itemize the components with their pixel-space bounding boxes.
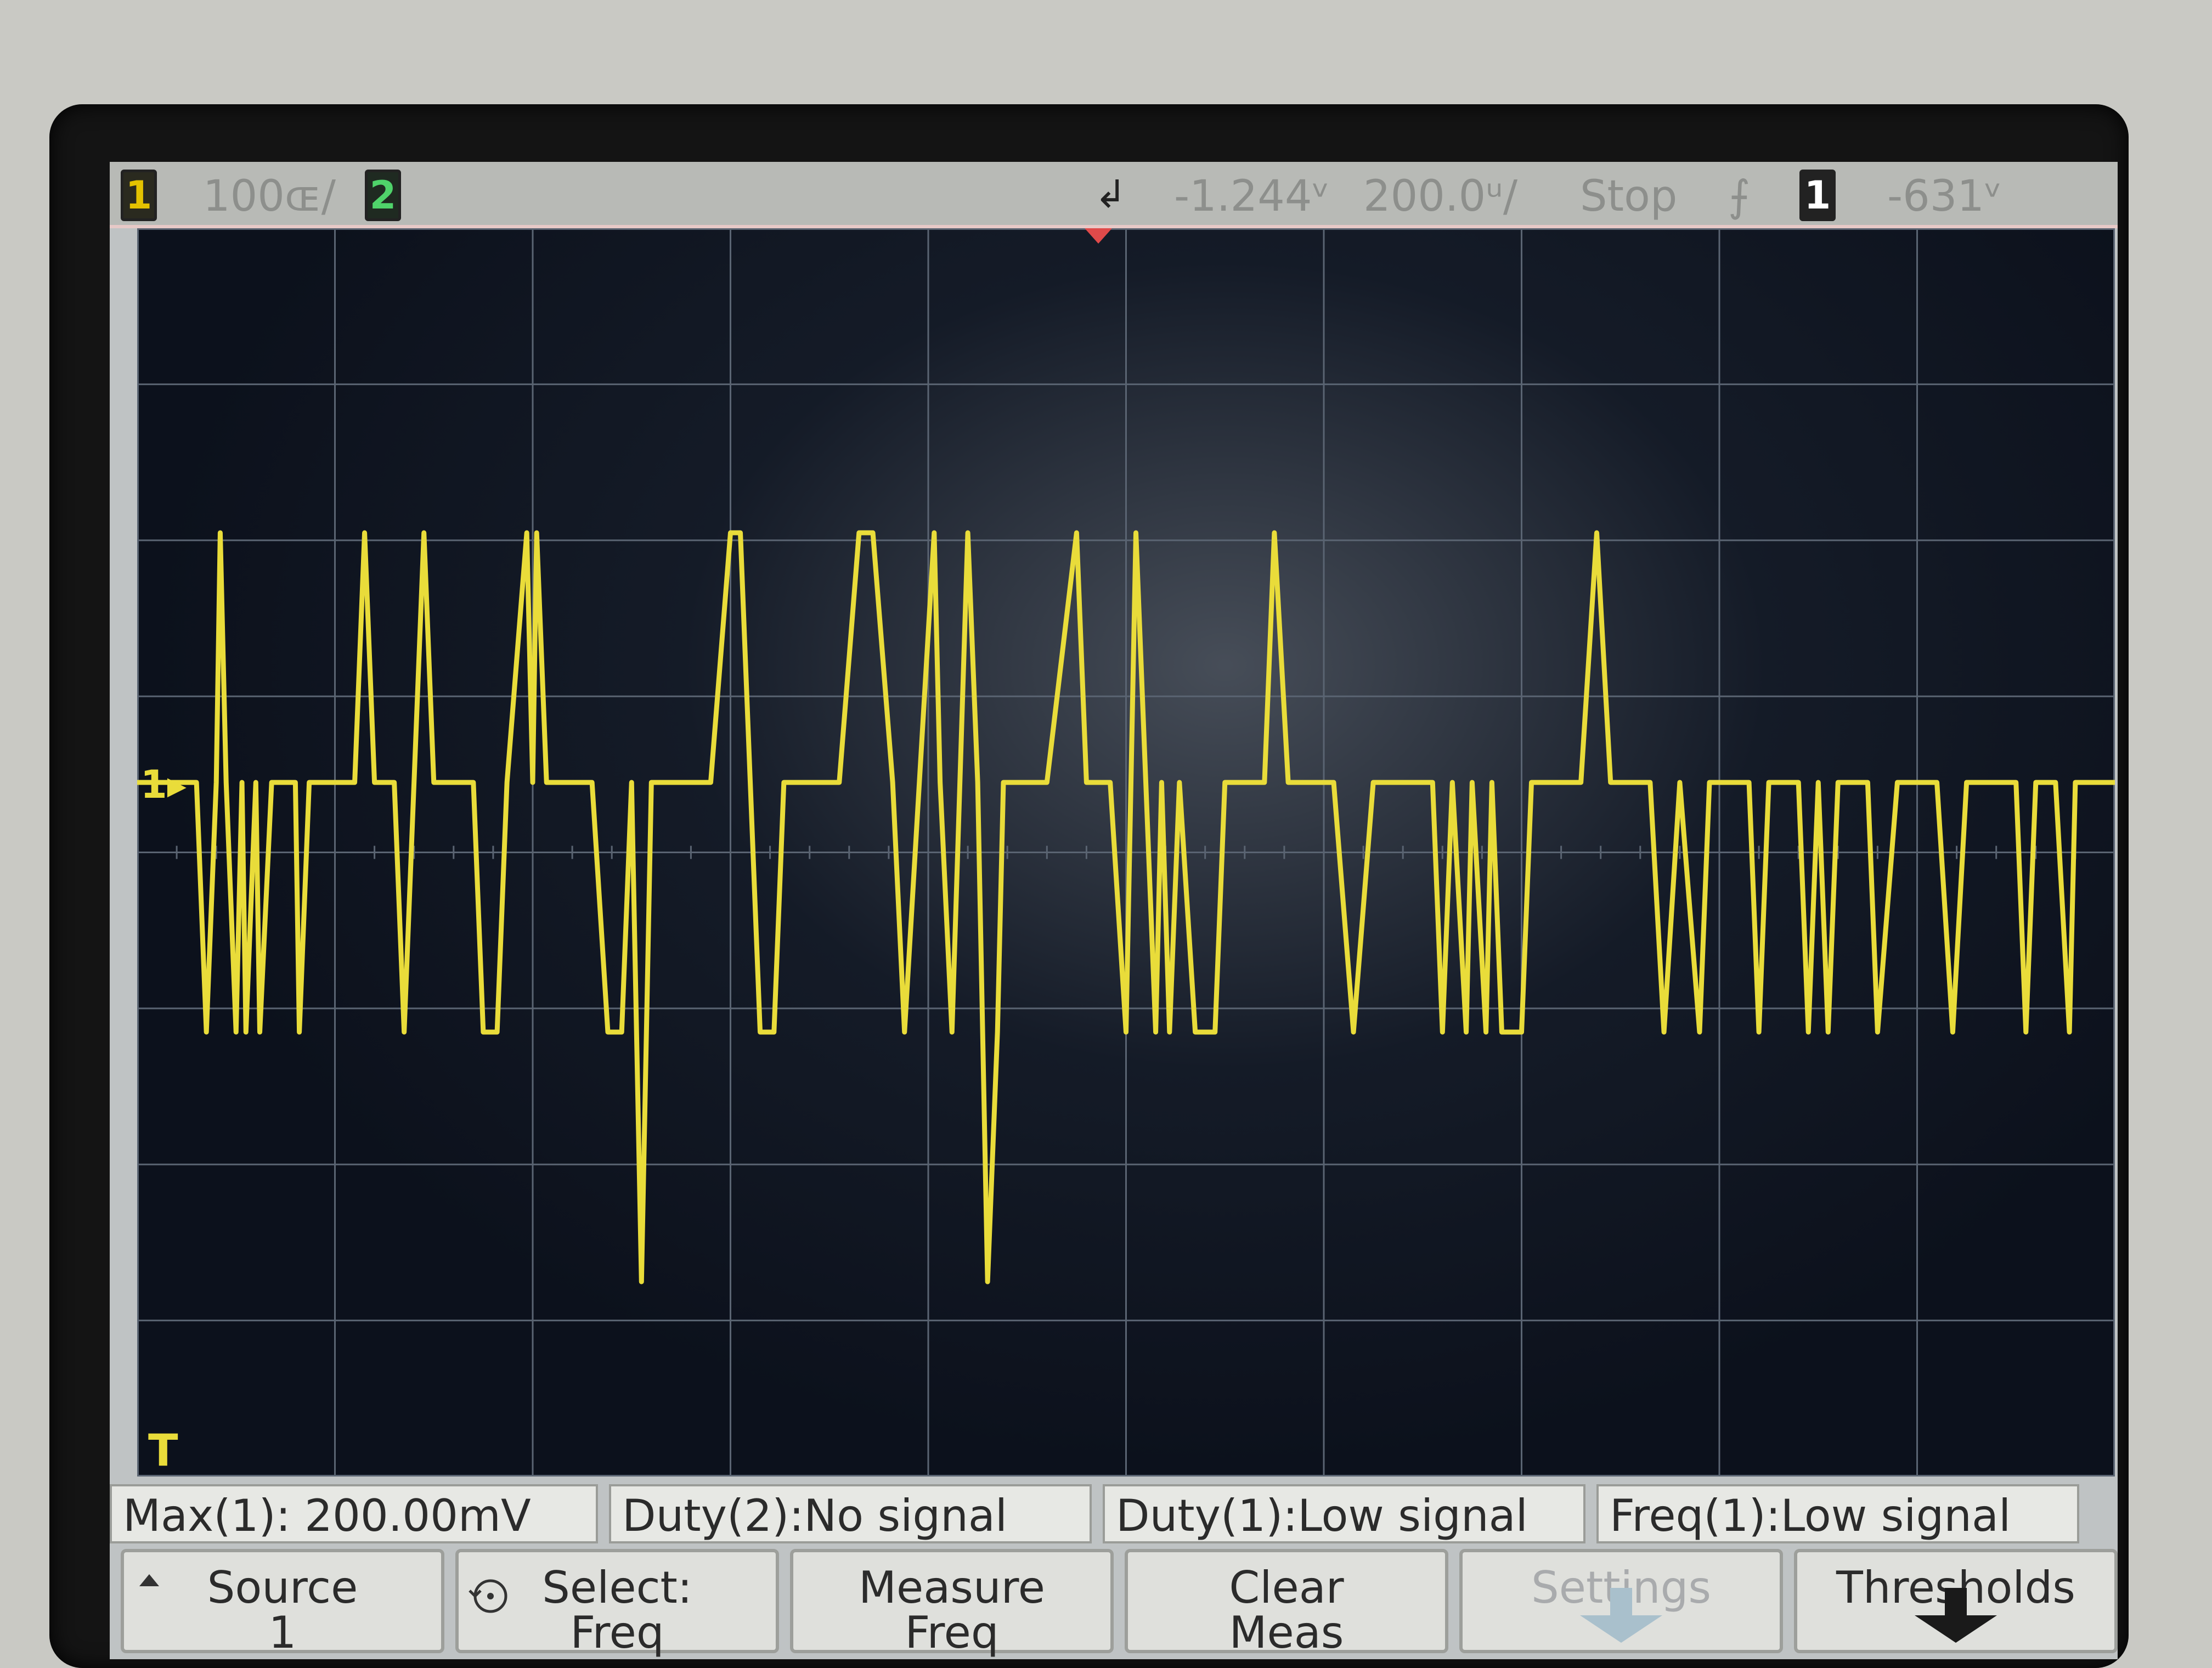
timebase-readout: 200.0ᵘ/ [1363,172,1518,221]
softkey-label: Select: [542,1562,692,1613]
down-arrow-icon [1915,1588,1997,1643]
measurement-max: Max(1): 200.00mV [110,1484,598,1543]
measure-freq-softkey[interactable]: Measure Freq [790,1549,1114,1658]
waveform-display: 1▸ T [137,228,2115,1477]
channel-1-scale: 100ɶ/ [203,172,336,221]
measurement-freq-1: Freq(1):Low signal [1596,1484,2079,1543]
settings-softkey[interactable]: Settings [1459,1549,1783,1653]
channel-1-badge: 1 [121,170,157,221]
softkey-label: Clear [1229,1562,1344,1613]
softkey-value: Freq [905,1607,999,1658]
trigger-source-badge: 1 [1799,170,1836,221]
oscilloscope-screen: 1 100ɶ/ 2 ↲ -1.244ᵛ 200.0ᵘ/ Stop ⨍ 1 -63… [110,162,2118,1659]
trigger-level-marker: T [148,1425,178,1476]
trigger-value-readout: -631ᵛ [1887,172,2002,221]
clear-meas-softkey[interactable]: Clear Meas [1125,1549,1448,1658]
channel-2-badge: 2 [365,170,401,221]
thresholds-softkey[interactable]: Thresholds [1794,1549,2118,1653]
graticule: 1▸ T [137,228,2115,1477]
measurement-duty-1: Duty(1):Low signal [1103,1484,1585,1543]
measurement-duty-2: Duty(2):No signal [609,1484,1092,1543]
trigger-slope-icon: ⨍ [1728,172,1751,221]
trigger-level-readout: -1.244ᵛ [1174,172,1330,221]
softkey-value: 1 [268,1607,297,1658]
trigger-edge-icon: ↲ [1094,172,1127,217]
source-softkey[interactable]: Source 1 [121,1549,444,1658]
channel-1-ground-marker: 1▸ [140,762,187,807]
down-arrow-icon [1580,1588,1662,1643]
run-state: Stop [1580,172,1678,221]
softkey-label: Source [207,1562,358,1613]
softkey-value: Meas [1229,1607,1344,1658]
status-bar: 1 100ɶ/ 2 ↲ -1.244ᵛ 200.0ᵘ/ Stop ⨍ 1 -63… [110,162,2118,228]
softkey-value: Freq [570,1607,664,1658]
trigger-position-icon [1085,228,1113,244]
select-softkey[interactable]: Select: Freq [455,1549,779,1658]
softkey-label: Measure [859,1562,1045,1613]
